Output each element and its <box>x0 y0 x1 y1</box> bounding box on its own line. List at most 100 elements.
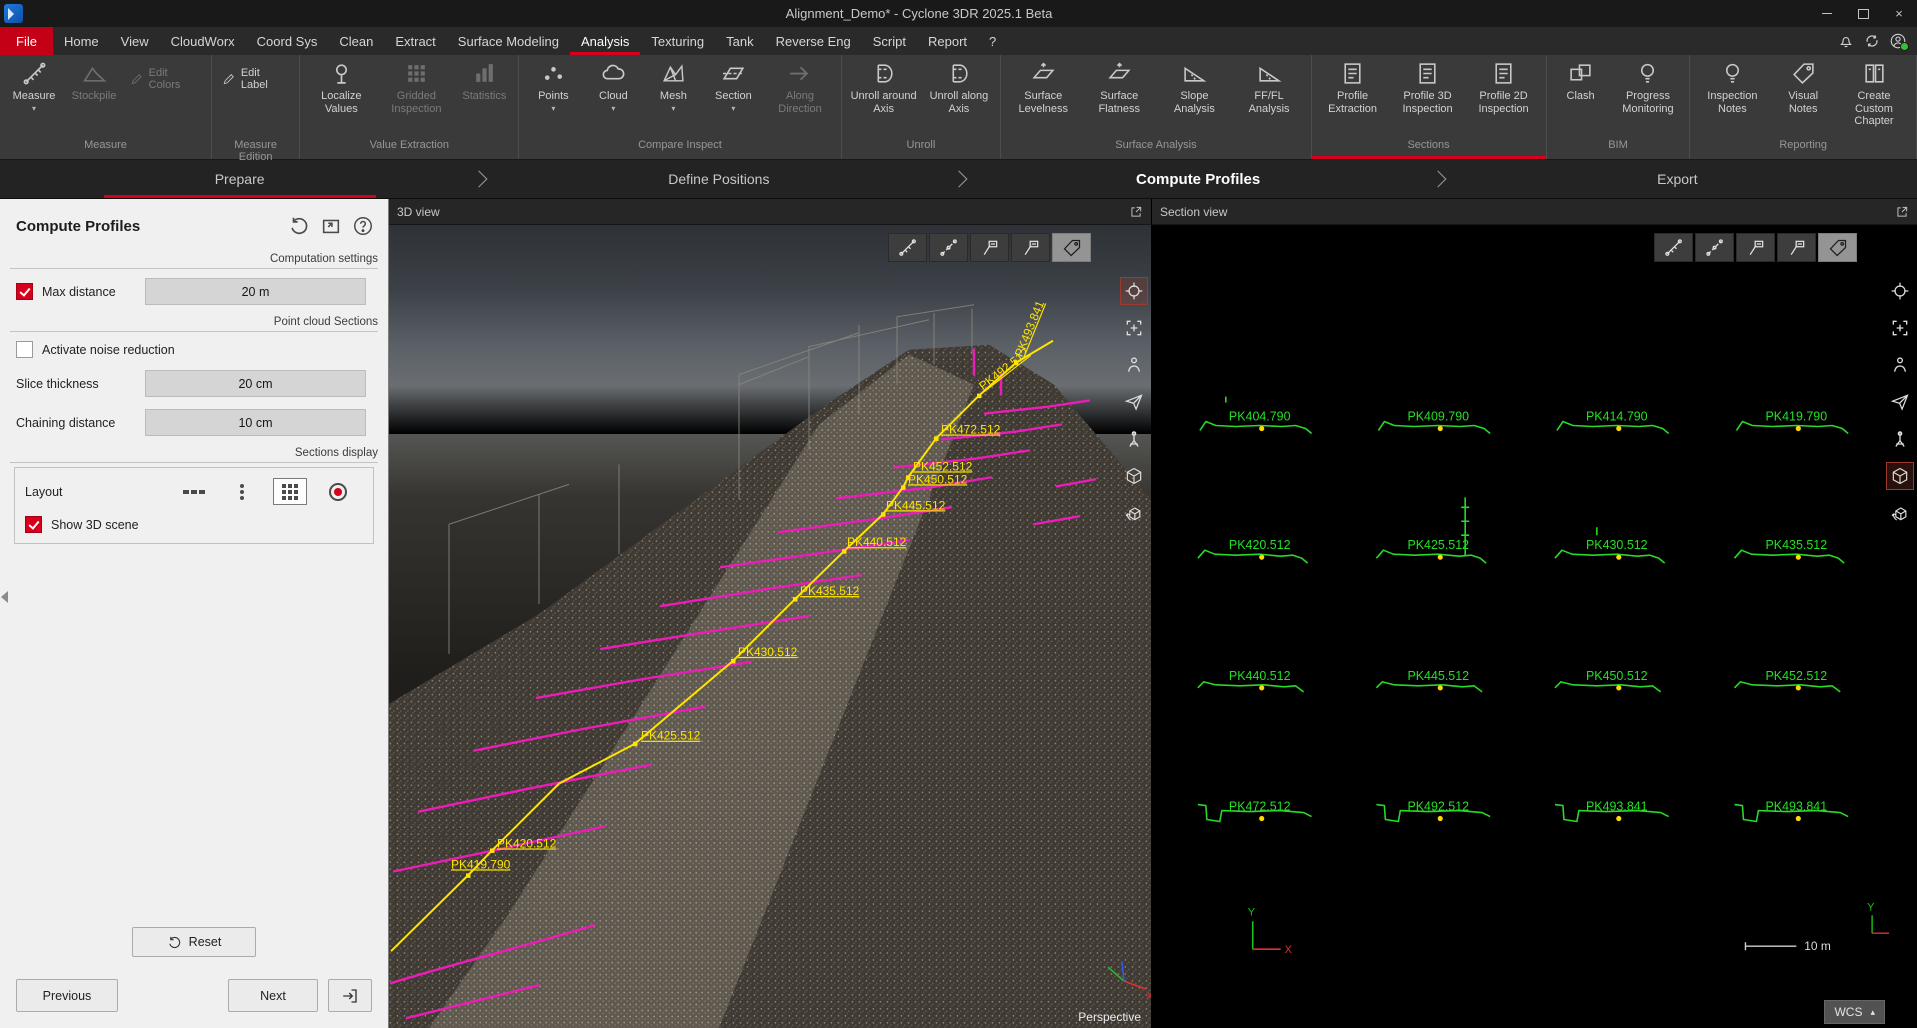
center-view-icon[interactable] <box>1120 277 1148 305</box>
chaining-distance-input[interactable]: 10 cm <box>145 409 366 436</box>
menu-item-script[interactable]: Script <box>862 27 917 55</box>
menu-item-view[interactable]: View <box>110 27 160 55</box>
measure-button[interactable]: Measure▾ <box>4 55 64 113</box>
workflow-step-export[interactable]: Export <box>1438 160 1917 198</box>
menu-item-cloudworx[interactable]: CloudWorx <box>160 27 246 55</box>
clash-button[interactable]: Clash <box>1551 55 1611 103</box>
annotation-icon[interactable] <box>970 233 1009 262</box>
gridded-inspection-button[interactable]: Gridded Inspection <box>378 55 454 115</box>
account-icon[interactable] <box>1889 32 1907 50</box>
layout-vertical-button[interactable] <box>225 478 259 505</box>
visual-notes-button[interactable]: Visual Notes <box>1770 55 1836 115</box>
menu-item-help[interactable]: ? <box>978 27 1007 55</box>
projection-label[interactable]: Perspective <box>1078 1010 1141 1024</box>
fly-view-icon[interactable] <box>1120 388 1148 416</box>
statistics-button[interactable]: Statistics <box>454 55 514 103</box>
popout-icon[interactable] <box>1129 205 1143 219</box>
progress-monitoring-button[interactable]: Progress Monitoring <box>1611 55 1686 115</box>
profile-2d-inspection-button[interactable]: Profile 2D Inspection <box>1466 55 1542 115</box>
go-to-next-step-button[interactable] <box>328 979 372 1012</box>
section-button[interactable]: Section▾ <box>703 55 763 113</box>
menu-item-reverse-eng[interactable]: Reverse Eng <box>765 27 862 55</box>
create-custom-chapter-button[interactable]: Create Custom Chapter <box>1836 55 1912 128</box>
mesh-button[interactable]: Mesh▾ <box>643 55 703 113</box>
measure-path-icon[interactable] <box>1695 233 1734 262</box>
notifications-icon[interactable] <box>1837 32 1855 50</box>
measure-distance-icon[interactable] <box>1654 233 1693 262</box>
workflow-step-prepare[interactable]: Prepare <box>0 160 479 198</box>
section-scene[interactable]: PK404.790 PK409.790 PK414.790 PK419.790 … <box>1152 225 1917 1028</box>
menu-item-analysis[interactable]: Analysis <box>570 27 640 55</box>
next-button[interactable]: Next <box>228 979 318 1012</box>
max-distance-checkbox[interactable] <box>16 283 33 300</box>
3d-scene[interactable]: PK419.790 PK420.512 PK425.512 PK430.512 … <box>389 225 1151 1028</box>
localize-values-button[interactable]: Localize Values <box>304 55 378 115</box>
minimize-button[interactable] <box>1809 0 1845 27</box>
layout-grid-button[interactable] <box>273 478 307 505</box>
rotate-view-icon[interactable] <box>1886 499 1914 527</box>
show-3d-scene-checkbox[interactable] <box>25 516 42 533</box>
workflow-step-define-positions[interactable]: Define Positions <box>479 160 958 198</box>
inspection-notes-button[interactable]: Inspection Notes <box>1694 55 1770 115</box>
annotation-alt-icon[interactable] <box>1011 233 1050 262</box>
fit-view-icon[interactable] <box>1886 314 1914 342</box>
slice-thickness-input[interactable]: 20 cm <box>145 370 366 397</box>
open-in-window-icon[interactable] <box>318 213 344 239</box>
menu-item-file[interactable]: File <box>0 27 53 55</box>
cloud-button[interactable]: Cloud▾ <box>583 55 643 113</box>
menu-item-surface-modeling[interactable]: Surface Modeling <box>447 27 570 55</box>
surface-flatness-button[interactable]: Surface Flatness <box>1081 55 1157 115</box>
workflow-step-compute-profiles[interactable]: Compute Profiles <box>959 160 1438 198</box>
menu-item-extract[interactable]: Extract <box>384 27 446 55</box>
layout-horizontal-button[interactable] <box>177 478 211 505</box>
fffl-analysis-button[interactable]: FF/FL Analysis <box>1232 55 1307 115</box>
center-view-icon[interactable] <box>1886 277 1914 305</box>
menu-item-coord-sys[interactable]: Coord Sys <box>246 27 329 55</box>
sync-icon[interactable] <box>1863 32 1881 50</box>
fly-view-icon[interactable] <box>1886 388 1914 416</box>
profile-extraction-button[interactable]: Profile Extraction <box>1316 55 1390 115</box>
previous-button[interactable]: Previous <box>16 979 118 1012</box>
points-button[interactable]: Points▾ <box>523 55 583 113</box>
rotate-view-icon[interactable] <box>1120 499 1148 527</box>
tripod-view-icon[interactable] <box>1886 425 1914 453</box>
profile-3d-inspection-button[interactable]: Profile 3D Inspection <box>1390 55 1466 115</box>
history-reset-icon[interactable] <box>286 213 312 239</box>
layout-single-button[interactable] <box>321 478 355 505</box>
label-tag-icon[interactable] <box>1052 233 1091 262</box>
cube-view-icon[interactable] <box>1886 462 1914 490</box>
label-tag-icon[interactable] <box>1818 233 1857 262</box>
panel-collapse-handle[interactable] <box>1 591 8 603</box>
stockpile-button[interactable]: Stockpile <box>64 55 124 103</box>
fit-view-icon[interactable] <box>1120 314 1148 342</box>
tripod-view-icon[interactable] <box>1120 425 1148 453</box>
walk-view-icon[interactable] <box>1886 351 1914 379</box>
slope-analysis-button[interactable]: Slope Analysis <box>1157 55 1231 115</box>
menu-item-tank[interactable]: Tank <box>715 27 764 55</box>
maximize-button[interactable] <box>1845 0 1881 27</box>
annotation-alt-icon[interactable] <box>1777 233 1816 262</box>
annotation-icon[interactable] <box>1736 233 1775 262</box>
menu-item-texturing[interactable]: Texturing <box>640 27 715 55</box>
surface-levelness-button[interactable]: Surface Levelness <box>1005 55 1081 115</box>
cube-view-icon[interactable] <box>1120 462 1148 490</box>
wcs-selector[interactable]: WCS ▴ <box>1824 1000 1885 1024</box>
menu-item-home[interactable]: Home <box>53 27 110 55</box>
along-direction-button[interactable]: Along Direction <box>763 55 836 115</box>
menu-item-clean[interactable]: Clean <box>328 27 384 55</box>
help-icon[interactable] <box>350 213 376 239</box>
max-distance-input[interactable]: 20 m <box>145 278 366 305</box>
show-3d-scene-label: Show 3D scene <box>51 518 139 532</box>
walk-view-icon[interactable] <box>1120 351 1148 379</box>
popout-icon[interactable] <box>1895 205 1909 219</box>
noise-reduction-checkbox[interactable] <box>16 341 33 358</box>
unroll-around-axis-button[interactable]: Unroll around Axis <box>846 55 922 115</box>
measure-distance-icon[interactable] <box>888 233 927 262</box>
reset-button[interactable]: Reset <box>132 927 256 957</box>
close-button[interactable]: × <box>1881 0 1917 27</box>
measure-path-icon[interactable] <box>929 233 968 262</box>
edit-label-button[interactable]: Edit Label <box>216 65 295 93</box>
edit-colors-button[interactable]: Edit Colors <box>124 65 207 93</box>
unroll-along-axis-button[interactable]: Unroll along Axis <box>922 55 997 115</box>
menu-item-report[interactable]: Report <box>917 27 978 55</box>
